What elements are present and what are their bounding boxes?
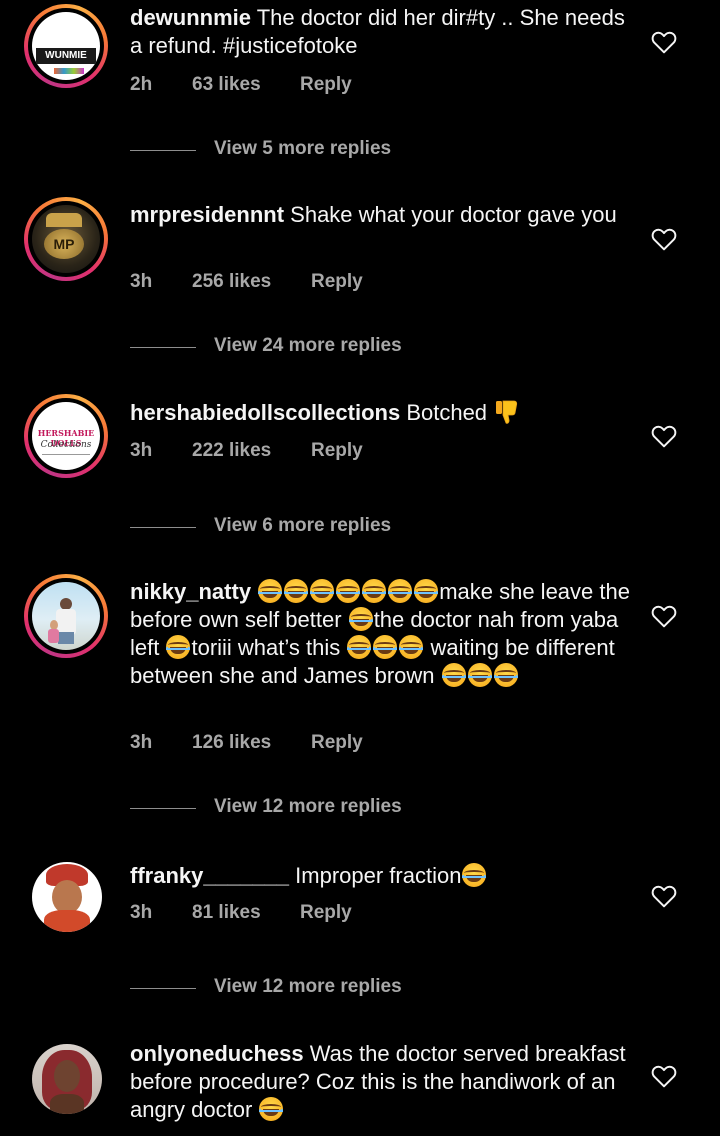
view-replies-label: View 6 more replies: [214, 515, 392, 536]
face-with-tears-of-joy-emoji: [284, 579, 309, 603]
avatar-logo-text: WUNMIE: [36, 48, 96, 64]
avatar[interactable]: MP: [24, 197, 108, 281]
face-with-tears-of-joy-emoji: [493, 663, 518, 687]
heart-outline-icon[interactable]: [651, 604, 677, 628]
timestamp: 2h: [130, 74, 153, 95]
reply-button[interactable]: Reply: [300, 74, 352, 96]
comment-text: ffranky_______ Improper fraction: [130, 862, 630, 890]
username-link[interactable]: hershabiedollscollections: [130, 400, 400, 425]
avatar[interactable]: WUNMIE: [24, 4, 108, 88]
face-with-tears-of-joy-emoji: [347, 635, 372, 659]
likes-count[interactable]: 81 likes: [192, 902, 261, 924]
divider: [130, 347, 196, 348]
face-with-tears-of-joy-emoji: [462, 863, 487, 887]
face-with-tears-of-joy-emoji: [336, 579, 361, 603]
reply-button[interactable]: Reply: [311, 732, 363, 754]
likes-count[interactable]: 63 likes: [192, 74, 261, 96]
heart-outline-icon[interactable]: [651, 884, 677, 908]
avatar[interactable]: [24, 574, 108, 658]
username-link[interactable]: mrpresidennnt: [130, 202, 284, 227]
divider: [130, 150, 196, 151]
face-with-tears-of-joy-emoji: [414, 579, 439, 603]
likes-count[interactable]: 126 likes: [192, 732, 271, 754]
thumbs-down-emoji: [496, 400, 518, 424]
face-with-tears-of-joy-emoji: [259, 1097, 284, 1121]
view-replies-label: View 5 more replies: [214, 138, 392, 159]
heart-outline-icon[interactable]: [651, 424, 677, 448]
avatar-logo-text: MP: [44, 229, 84, 259]
face-with-tears-of-joy-emoji: [362, 579, 387, 603]
divider: [130, 988, 196, 989]
avatar[interactable]: [32, 1044, 102, 1114]
comments-feed: WUNMIE dewunnmie The doctor did her dir#…: [0, 0, 720, 1136]
timestamp: 3h: [130, 902, 153, 923]
face-with-tears-of-joy-emoji: [441, 663, 466, 687]
timestamp: 3h: [130, 271, 153, 292]
comment-body: Improper fraction: [295, 863, 462, 888]
comment-text: mrpresidennnt Shake what your doctor gav…: [130, 201, 630, 229]
reply-button[interactable]: Reply: [311, 440, 363, 462]
face-with-tears-of-joy-emoji: [373, 635, 398, 659]
avatar-logo-subtext: Collections: [40, 440, 92, 450]
username-link[interactable]: onlyoneduchess: [130, 1041, 304, 1066]
avatar[interactable]: HERSHABIE DOLLS Collections: [24, 394, 108, 478]
heart-outline-icon[interactable]: [651, 1064, 677, 1088]
username-link[interactable]: nikky_natty: [130, 579, 251, 604]
heart-outline-icon[interactable]: [651, 30, 677, 54]
comment-text: hershabiedollscollections Botched: [130, 398, 630, 427]
face-with-tears-of-joy-emoji: [348, 607, 373, 631]
face-with-tears-of-joy-emoji: [388, 579, 413, 603]
face-with-tears-of-joy-emoji: [258, 579, 283, 603]
view-replies-label: View 24 more replies: [214, 335, 402, 356]
heart-outline-icon[interactable]: [651, 227, 677, 251]
comment-text: onlyoneduchess Was the doctor served bre…: [130, 1040, 630, 1124]
username-link[interactable]: dewunnmie: [130, 5, 251, 30]
divider: [130, 808, 196, 809]
divider: [130, 527, 196, 528]
reply-button[interactable]: Reply: [311, 271, 363, 293]
likes-count[interactable]: 222 likes: [192, 440, 271, 462]
face-with-tears-of-joy-emoji: [467, 663, 492, 687]
comment-text: dewunnmie The doctor did her dir#ty .. S…: [130, 4, 630, 60]
reply-button[interactable]: Reply: [300, 902, 352, 924]
timestamp: 3h: [130, 440, 153, 461]
face-with-tears-of-joy-emoji: [166, 635, 191, 659]
face-with-tears-of-joy-emoji: [310, 579, 335, 603]
view-replies-label: View 12 more replies: [214, 796, 402, 817]
comment-body: Shake what your doctor gave you: [290, 202, 617, 227]
comment-body: Botched: [406, 400, 488, 425]
comment-text: nikky_natty make she leave the before ow…: [130, 578, 630, 690]
avatar[interactable]: [32, 862, 102, 932]
comment-body: toriii what’s this: [191, 635, 347, 660]
timestamp: 3h: [130, 732, 153, 753]
username-link[interactable]: ffranky_______: [130, 863, 289, 888]
face-with-tears-of-joy-emoji: [399, 635, 424, 659]
view-replies-label: View 12 more replies: [214, 976, 402, 997]
likes-count[interactable]: 256 likes: [192, 271, 271, 293]
